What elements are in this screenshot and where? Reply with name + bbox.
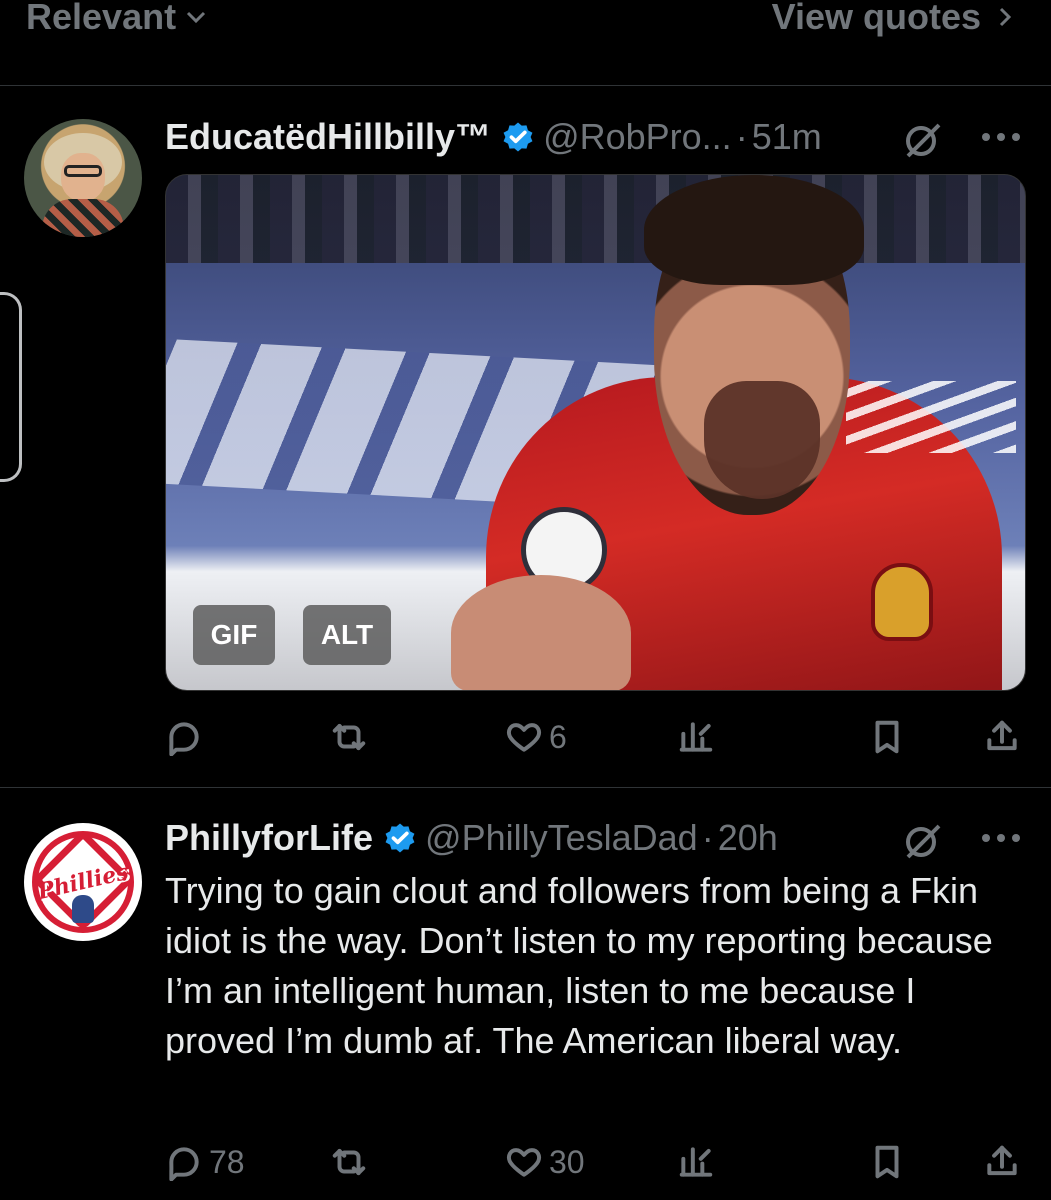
tweet-header: EducatëdHillbilly™ @RobPro... · 51m	[165, 116, 822, 158]
like-count: 6	[549, 718, 567, 755]
gif-badge: GIF	[193, 605, 275, 665]
user-handle[interactable]: @PhillyTeslaDad	[425, 817, 698, 859]
bookmark-button[interactable]	[868, 1135, 906, 1189]
verified-badge-icon	[385, 823, 415, 853]
timestamp[interactable]: 51m	[752, 116, 822, 158]
like-button[interactable]: 30	[505, 1135, 585, 1189]
share-button[interactable]	[983, 1135, 1021, 1189]
more-icon[interactable]	[981, 132, 1021, 142]
liberty-bell-icon	[72, 895, 94, 923]
retweet-button[interactable]	[330, 710, 374, 764]
media-raised-fist	[451, 575, 631, 690]
reply-count: 78	[209, 1143, 245, 1180]
gif-media[interactable]: GIF ALT	[165, 174, 1026, 691]
view-quotes-label: View quotes	[771, 0, 981, 37]
display-name[interactable]: EducatëdHillbilly™	[165, 116, 491, 158]
view-quotes-link[interactable]: View quotes	[772, 0, 1017, 38]
share-icon	[987, 720, 1017, 751]
sort-relevant-button[interactable]: Relevant	[26, 0, 208, 38]
heart-icon	[506, 1148, 542, 1177]
tweet-card[interactable]: Phillies PhillyforLife @PhillyTeslaDad ·…	[0, 789, 1051, 1200]
chevron-down-icon	[187, 11, 206, 24]
alt-text-button[interactable]: ALT	[303, 605, 391, 665]
retweet-icon	[332, 723, 366, 751]
media-crowd-background	[166, 175, 1025, 263]
tweet-header: PhillyforLife @PhillyTeslaDad · 20h	[165, 817, 778, 859]
avatar[interactable]: Phillies	[24, 823, 142, 941]
avatar-glasses	[64, 165, 102, 177]
media-club-crest	[871, 563, 933, 641]
like-count: 30	[549, 1143, 585, 1180]
views-button[interactable]	[677, 710, 715, 764]
timestamp[interactable]: 20h	[718, 817, 778, 859]
avatar[interactable]	[24, 119, 142, 237]
separator-dot: ·	[701, 817, 714, 858]
media-player-beard	[704, 381, 820, 499]
conversation-toolbar: Relevant View quotes	[0, 0, 1051, 86]
reply-button[interactable]	[165, 710, 209, 764]
sort-label: Relevant	[26, 0, 177, 37]
reply-button[interactable]: 78	[165, 1135, 245, 1189]
chevron-right-icon	[999, 7, 1012, 27]
like-button[interactable]: 6	[505, 710, 567, 764]
bookmark-button[interactable]	[868, 710, 906, 764]
bar-chart-icon	[679, 722, 713, 752]
tweet-action-bar: 6	[165, 710, 1026, 764]
avatar-face	[61, 153, 105, 201]
verified-badge-icon	[503, 122, 533, 152]
reply-icon	[169, 722, 199, 756]
bookmark-icon	[875, 720, 899, 754]
share-button[interactable]	[983, 710, 1021, 764]
retweet-button[interactable]	[330, 1135, 374, 1189]
heart-icon	[506, 723, 542, 752]
bookmark-icon	[875, 1145, 899, 1179]
separator-dot: ·	[735, 116, 748, 157]
retweet-icon	[332, 1148, 366, 1176]
avatar-shirt	[42, 199, 124, 237]
reply-icon	[169, 1147, 199, 1181]
tweet-text: Trying to gain clout and followers from …	[165, 870, 993, 1061]
more-icon[interactable]	[981, 833, 1021, 843]
display-name[interactable]: PhillyforLife	[165, 817, 373, 859]
media-shirt-stripes	[846, 381, 1016, 453]
views-button[interactable]	[677, 1135, 715, 1189]
grok-icon[interactable]	[903, 820, 943, 860]
bar-chart-icon	[679, 1147, 713, 1177]
user-handle[interactable]: @RobPro...	[543, 116, 732, 158]
grok-icon[interactable]	[903, 119, 943, 159]
media-player-hair	[644, 175, 864, 285]
tweet-action-bar: 78 30	[165, 1135, 1026, 1189]
tweet-card[interactable]: EducatëdHillbilly™ @RobPro... · 51m GIF …	[0, 86, 1051, 788]
share-icon	[987, 1145, 1017, 1176]
